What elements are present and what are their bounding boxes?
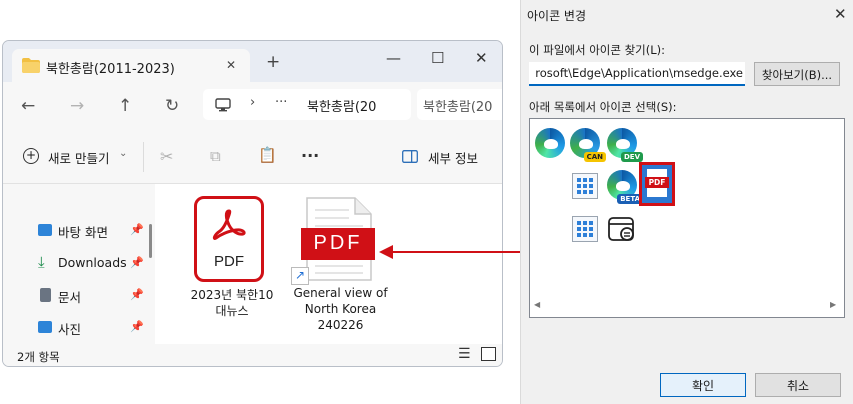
edge-beta-icon[interactable]: BETA (607, 170, 643, 204)
change-icon-dialog: 아이콘 변경 ✕ 이 파일에서 아이콘 찾기(L): rosoft\Edge\A… (520, 0, 853, 404)
canary-badge: CAN (583, 152, 606, 162)
file-path-input[interactable]: rosoft\Edge\Application\msedge.exe (529, 62, 745, 86)
dialog-title: 아이콘 변경 (527, 9, 587, 23)
app-grid-icon[interactable] (572, 173, 598, 199)
pdf-document-icon-selected[interactable]: PDF (639, 162, 675, 206)
icon-list[interactable]: CAN DEV BETA PDF ◀ ▶ (529, 118, 845, 318)
ok-button[interactable]: 확인 (660, 373, 746, 397)
cancel-button[interactable]: 취소 (755, 373, 841, 397)
payment-card-icon[interactable] (607, 214, 637, 244)
file-path-value: rosoft\Edge\Application\msedge.exe (535, 66, 743, 80)
edge-dev-icon[interactable]: DEV (607, 128, 643, 162)
pdf-page-icon: PDF (645, 169, 669, 197)
app-grid-icon[interactable] (572, 216, 598, 242)
dev-badge: DEV (620, 152, 643, 162)
edge-canary-icon[interactable]: CAN (570, 128, 606, 162)
browse-button[interactable]: 찾아보기(B)... (754, 62, 840, 86)
icon-list-label: 아래 목록에서 아이콘 선택(S): (529, 100, 677, 114)
file-path-label: 이 파일에서 아이콘 찾기(L): (529, 43, 666, 57)
pdf-mini-label: PDF (645, 177, 669, 188)
dialog-close-button[interactable]: ✕ (834, 5, 847, 23)
edge-icon[interactable] (535, 128, 565, 158)
scroll-right-icon[interactable]: ▶ (830, 300, 836, 309)
scroll-left-icon[interactable]: ◀ (534, 300, 540, 309)
